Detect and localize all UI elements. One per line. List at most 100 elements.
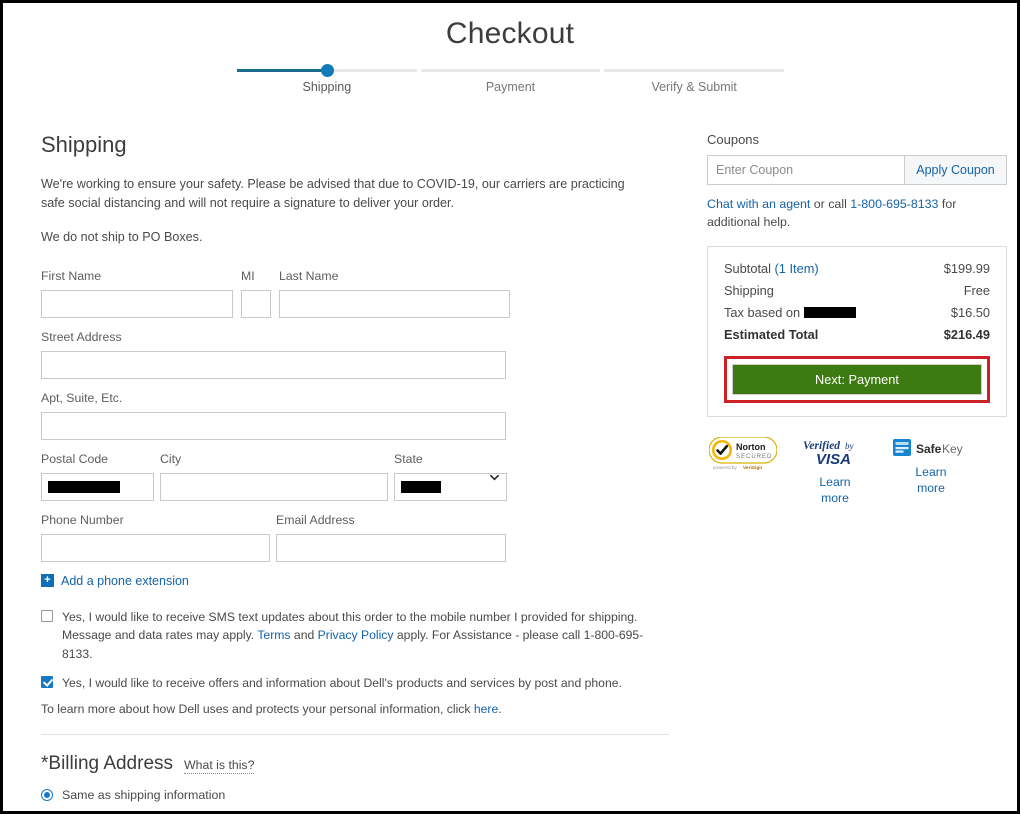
next-button-highlight: Next: Payment [724,355,990,403]
svg-text:VeriSign: VeriSign [743,465,762,471]
billing-address-header: *Billing Address What is this? [41,753,669,775]
redacted-tax-location [803,306,856,318]
postal-code-field: Postal Code [41,452,154,501]
last-name-field: Last Name [279,269,510,318]
phone-number-label: Phone Number [41,512,124,527]
add-phone-extension-link[interactable]: + Add a phone extension [41,574,669,588]
checkout-page: Checkout Shipping Payment Verify & Submi… [0,0,1020,814]
offers-optin-checkbox[interactable] [41,675,53,688]
street-address-input[interactable] [41,350,506,379]
step-verify-submit[interactable]: Verify & Submit [602,69,786,94]
page-title: Checkout [445,17,575,50]
support-phone-link[interactable]: 1-800-695-8133 [850,197,938,211]
and-word: and [290,628,318,643]
summary-row-total: Estimated Total $216.49 [724,327,990,342]
sms-optin-checkbox[interactable] [41,609,53,622]
last-name-input[interactable] [279,289,510,318]
subtotal-value: $199.99 [943,260,990,276]
street-address-label: Street Address [41,329,122,344]
safekey-learn-more-link[interactable]: Learn more [905,465,957,496]
apply-coupon-button[interactable]: Apply Coupon [904,155,1007,185]
subtotal-label: Subtotal [724,260,771,276]
mi-label: MI [241,268,255,283]
visa-logo: Verified by VISA [801,437,869,469]
shipping-cost-label: Shipping [724,282,774,298]
here-link[interactable]: here [474,702,498,716]
mi-input[interactable] [241,289,271,318]
summary-row-tax: Tax based on $16.50 [724,305,990,320]
item-count[interactable]: (1 Item) [775,261,819,276]
norton-logo: Norton SECURED powered by VeriSign [709,436,777,471]
svg-text:VISA: VISA [816,451,851,468]
last-name-label: Last Name [279,268,339,283]
offers-optin-row[interactable]: Yes, I would like to receive offers and … [41,674,669,693]
order-summary-box: Subtotal (1 Item) $199.99 Shipping Free … [707,245,1007,417]
email-address-field: Email Address [276,513,506,562]
phone-number-field: Phone Number [41,513,270,562]
svg-text:SECURED: SECURED [736,454,772,460]
step-shipping[interactable]: Shipping [235,64,419,94]
badge-verified-by-visa[interactable]: Verified by VISA Learn more [801,437,869,506]
shipping-cost-value: Free [963,282,990,298]
tax-label-group: Tax based on [724,305,856,320]
sms-optin-text: Yes, I would like to receive SMS text up… [62,608,662,664]
city-input[interactable] [160,472,388,501]
safekey-icon: Safe Key [893,438,963,456]
summary-row-subtotal: Subtotal (1 Item) $199.99 [724,261,990,276]
mi-field: MI [241,269,271,318]
svg-text:Safe: Safe [916,442,942,456]
billing-address-title: *Billing Address [41,753,174,775]
phone-number-input[interactable] [41,533,270,562]
contact-row: Phone Number Email Address [41,513,669,562]
city-field: City [160,452,388,501]
coupon-input[interactable] [707,155,904,185]
svg-text:Norton: Norton [736,442,766,452]
po-box-notice: We do not ship to PO Boxes. [41,230,203,245]
step-payment[interactable]: Payment [419,69,603,94]
shipping-heading: Shipping [41,132,127,157]
tax-value: $16.50 [950,304,990,320]
summary-row-shipping: Shipping Free [724,283,990,298]
street-row: Street Address [41,330,669,379]
safekey-logo: Safe Key [893,437,969,459]
postal-code-input[interactable] [41,472,154,501]
visa-learn-more-link[interactable]: Learn more [809,475,861,506]
add-phone-extension-label: Add a phone extension [61,573,189,588]
first-name-field: First Name [41,269,233,318]
privacy-policy-link[interactable]: Privacy Policy [318,628,394,642]
offers-optin-text: Yes, I would like to receive offers and … [62,675,622,690]
apt-suite-field: Apt, Suite, Etc. [41,391,506,440]
norton-secured-icon: Norton SECURED powered by VeriSign [709,436,777,471]
learn-more-text-1: To learn more about how Dell uses and pr… [41,702,474,717]
badge-safekey[interactable]: Safe Key Learn more [893,437,969,506]
location-row: Postal Code City State [41,452,669,501]
or-call-text: or call [810,197,851,211]
state-select[interactable] [394,472,507,501]
sms-optin-row[interactable]: Yes, I would like to receive SMS text up… [41,608,669,664]
learn-more-text-2: . [498,702,502,717]
first-name-input[interactable] [41,289,233,318]
name-row: First Name MI Last Name [41,269,669,318]
plus-icon: + [41,574,54,588]
badge-norton-secured[interactable]: Norton SECURED powered by VeriSign [709,436,777,506]
chat-with-agent-link[interactable]: Chat with an agent [707,197,810,211]
coupon-row: Apply Coupon [707,155,1007,185]
step-track [237,64,417,77]
terms-link[interactable]: Terms [257,628,290,642]
svg-text:Key: Key [942,442,963,456]
billing-option-same-label: Same as shipping information [62,788,226,803]
billing-option-same[interactable]: Same as shipping information [41,788,669,802]
radio-same-as-shipping[interactable] [41,789,53,802]
coupons-title: Coupons [707,132,760,147]
email-address-input[interactable] [276,533,506,562]
city-label: City [160,451,182,466]
what-is-this-link[interactable]: What is this? [184,758,255,775]
redacted-value [48,480,120,493]
estimated-total-label: Estimated Total [724,326,819,342]
shipping-column: Shipping We're working to ensure your sa… [41,132,669,811]
apt-suite-input[interactable] [41,411,506,440]
email-address-label: Email Address [276,512,355,527]
state-field: State [394,452,507,501]
next-payment-button[interactable]: Next: Payment [732,363,982,395]
help-line: Chat with an agent or call 1-800-695-813… [707,196,1007,232]
